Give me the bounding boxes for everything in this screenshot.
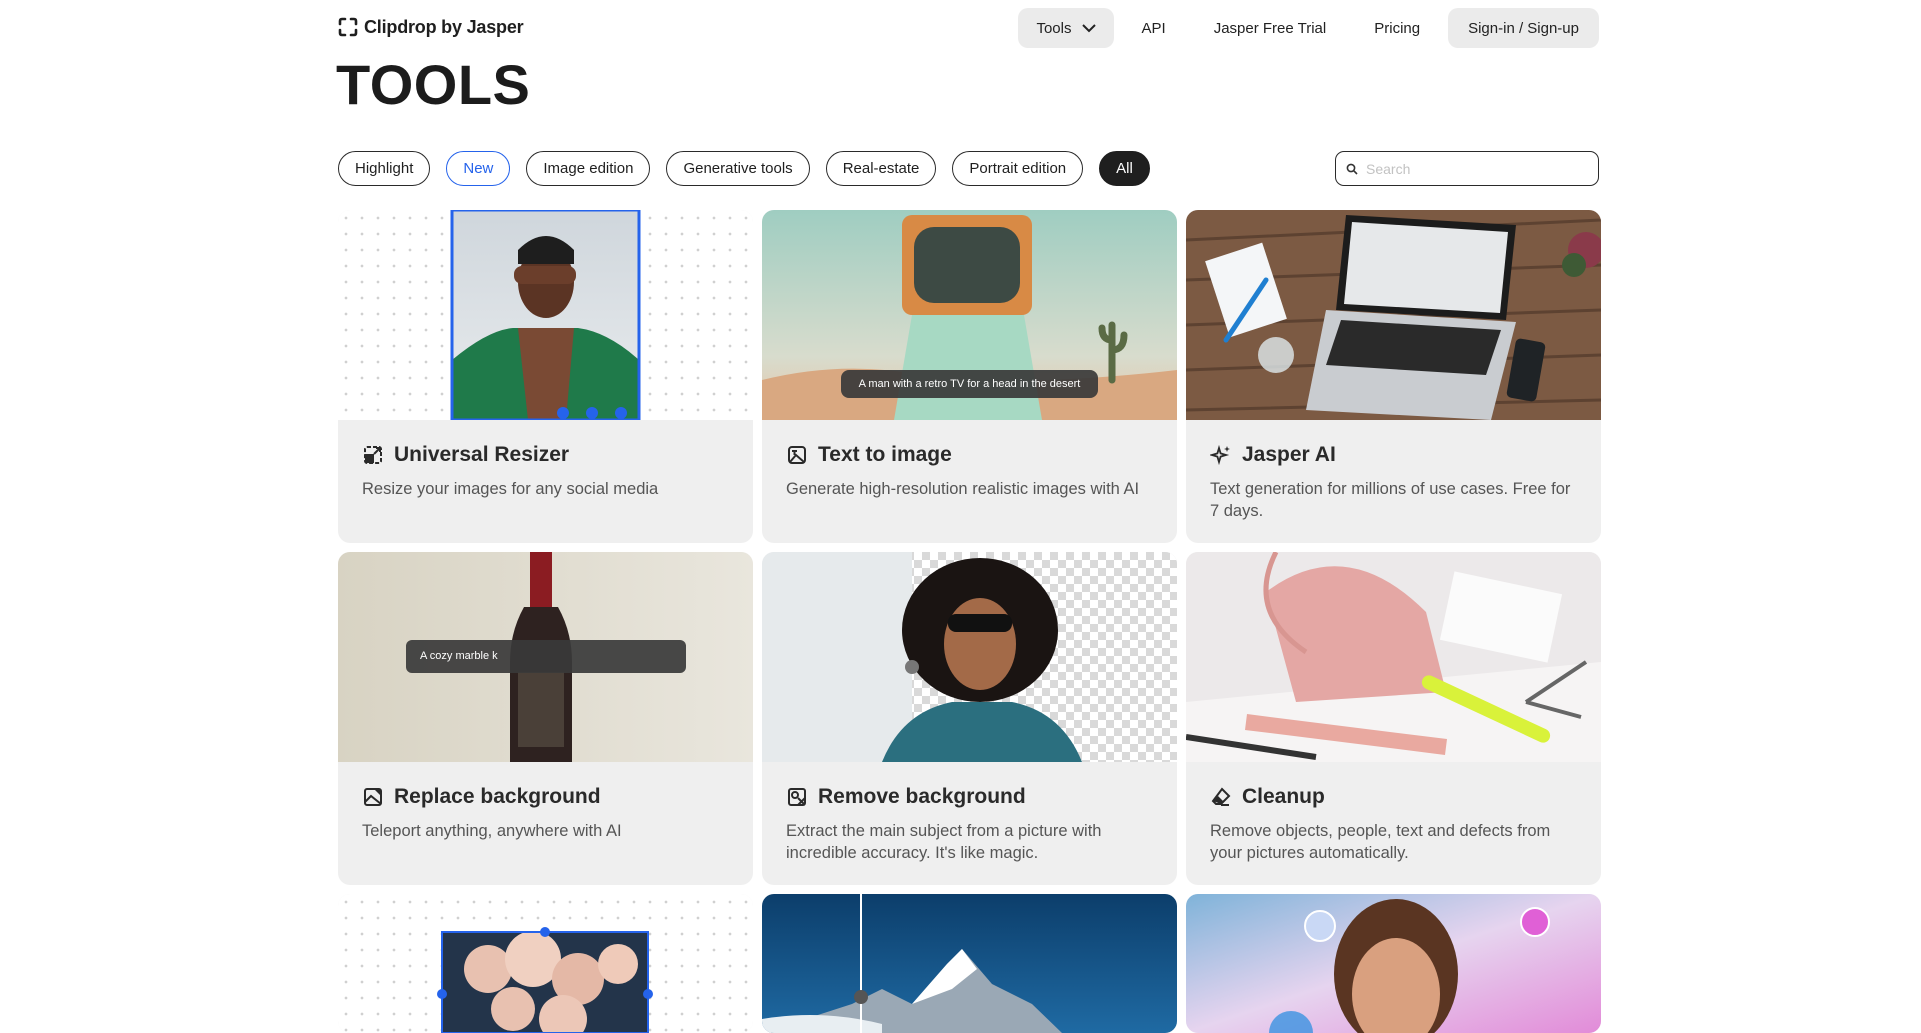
card-title-text: Remove background <box>818 785 1026 808</box>
card-title-text: Universal Resizer <box>394 443 570 466</box>
filter-bar: Highlight New Image edition Generative t… <box>338 151 1150 186</box>
eraser-icon <box>1211 787 1231 806</box>
jasper-ai-thumbnail <box>1186 210 1601 420</box>
logo-text: Clipdrop by Jasper <box>364 16 524 37</box>
chevron-down-icon <box>1081 23 1096 32</box>
laptop-desk-preview-image <box>1186 210 1601 420</box>
prompt-overlay: A cozy marble k <box>420 650 498 662</box>
card-title: Text to image <box>786 443 952 467</box>
tools-menu-button[interactable]: Tools <box>1018 8 1114 48</box>
card-title: Jasper AI <box>1210 443 1336 467</box>
search-box <box>1335 151 1599 186</box>
card-title: Cleanup <box>1210 785 1325 809</box>
universal-resizer-thumbnail <box>338 210 753 420</box>
replace-background-icon <box>364 788 382 806</box>
remove-background-thumbnail <box>762 552 1177 762</box>
tools-label: Tools <box>1036 19 1072 37</box>
top-bar: Clipdrop by Jasper Tools API Jasper Free… <box>0 0 1921 58</box>
tool-card-row3-1[interactable] <box>338 894 753 1033</box>
pricing-link[interactable]: Pricing <box>1354 8 1440 48</box>
search-icon <box>1346 163 1358 175</box>
portrait-cutout-preview-image <box>762 552 1177 762</box>
tool-card-remove-background[interactable]: Remove background Extract the main subje… <box>762 552 1177 885</box>
card-description: Remove objects, people, text and defects… <box>1210 822 1551 862</box>
card-title-text: Text to image <box>818 443 952 466</box>
resizer-preview-image <box>450 210 641 420</box>
mountain-preview-image <box>762 894 1177 1033</box>
wine-bottle-preview-image <box>338 552 753 762</box>
tool-card-universal-resizer[interactable]: Universal Resizer Resize your images for… <box>338 210 753 543</box>
card-description: Teleport anything, anywhere with AI <box>362 822 622 840</box>
text-to-image-thumbnail: A man with a retro TV for a head in the … <box>762 210 1177 420</box>
tool-card-replace-background[interactable]: A cozy marble k Replace background Telep… <box>338 552 753 885</box>
filter-portrait-edition[interactable]: Portrait edition <box>952 151 1084 186</box>
card-title: Replace background <box>362 785 601 809</box>
card-title-text: Cleanup <box>1242 785 1325 808</box>
relight-portrait-preview-image <box>1186 894 1601 1033</box>
api-link[interactable]: API <box>1122 8 1186 48</box>
jasper-free-trial-link[interactable]: Jasper Free Trial <box>1194 8 1347 48</box>
tool-card-text-to-image[interactable]: A man with a retro TV for a head in the … <box>762 210 1177 543</box>
bag-desk-preview-image <box>1186 552 1601 762</box>
mountain-thumbnail <box>762 894 1177 1033</box>
sign-in-button[interactable]: Sign-in / Sign-up <box>1448 8 1599 48</box>
relight-thumbnail <box>1186 894 1601 1033</box>
remove-background-icon <box>788 788 806 806</box>
card-description: Text generation for millions of use case… <box>1210 480 1571 520</box>
card-title-text: Replace background <box>394 785 601 808</box>
search-input[interactable] <box>1366 160 1586 177</box>
flowers-thumbnail <box>338 894 753 1033</box>
text-image-icon <box>788 446 806 464</box>
clipdrop-logo-icon <box>338 17 358 37</box>
filter-all[interactable]: All <box>1099 151 1150 186</box>
replace-background-thumbnail: A cozy marble k <box>338 552 753 762</box>
card-description: Generate high-resolution realistic image… <box>786 480 1140 498</box>
flowers-resize-preview-image <box>437 927 653 1033</box>
sparkle-icon <box>1210 444 1230 466</box>
card-description: Resize your images for any social media <box>362 480 659 498</box>
page-title: TOOLS <box>336 53 531 116</box>
prompt-overlay: A man with a retro TV for a head in the … <box>858 378 1081 390</box>
filter-highlight[interactable]: Highlight <box>338 151 431 186</box>
main-nav: Tools API Jasper Free Trial Pricing Sign… <box>1018 8 1599 48</box>
filter-generative-tools[interactable]: Generative tools <box>666 151 810 186</box>
tool-card-cleanup[interactable]: Cleanup Remove objects, people, text and… <box>1186 552 1601 885</box>
logo[interactable]: Clipdrop by Jasper <box>338 16 524 38</box>
filter-new[interactable]: New <box>446 151 511 186</box>
filter-real-estate[interactable]: Real-estate <box>825 151 937 186</box>
filter-image-edition[interactable]: Image edition <box>526 151 651 186</box>
resize-icon <box>364 446 382 464</box>
card-title: Universal Resizer <box>362 443 569 467</box>
tool-card-jasper-ai[interactable]: Jasper AI Text generation for millions o… <box>1186 210 1601 543</box>
card-title-text: Jasper AI <box>1242 443 1336 466</box>
card-description: Extract the main subject from a picture … <box>786 822 1102 862</box>
card-title: Remove background <box>786 785 1026 809</box>
tool-card-row3-3[interactable] <box>1186 894 1601 1033</box>
tool-card-row3-2[interactable] <box>762 894 1177 1033</box>
cleanup-thumbnail <box>1186 552 1601 762</box>
